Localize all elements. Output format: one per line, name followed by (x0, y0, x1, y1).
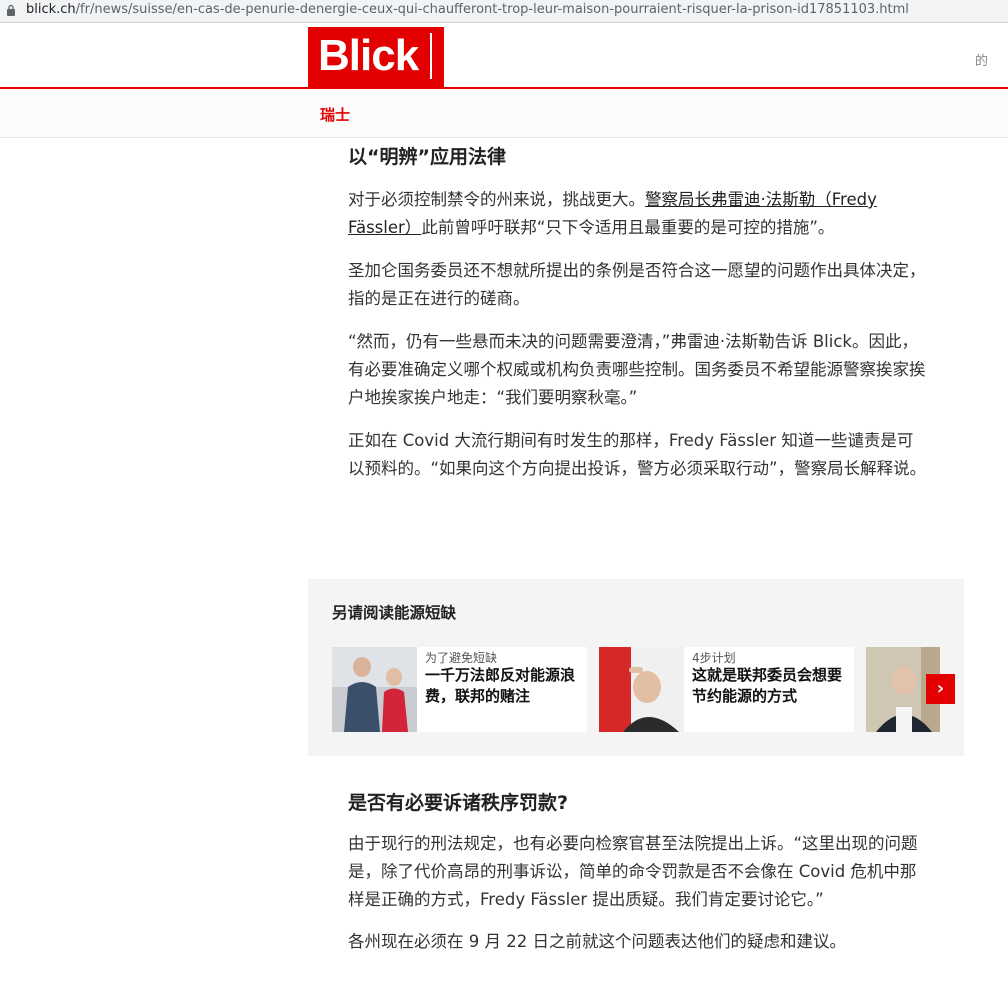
article-paragraph: “然而，仍有一些悬而未决的问题需要澄清，”弗雷迪·法斯勒告诉 Blick。因此，… (348, 332, 926, 407)
article-body-bottom: 是否有必要诉诸秩序罚款? 由于现行的刑法规定，也有必要向检察官甚至法院提出上诉。… (348, 788, 928, 970)
url-host: blick.ch (26, 2, 76, 17)
section-link-suisse[interactable]: 瑞士 (320, 104, 350, 125)
url-path: /fr/news/suisse/en-cas-de-penurie-denerg… (75, 2, 909, 17)
related-card-headline: 这就是联邦委员会想要节约能源的方式 (692, 666, 843, 705)
article-paragraph: 各州现在必须在 9 月 22 日之前就这个问题表达他们的疑虑和建议。 (348, 932, 846, 951)
related-card-kicker: 为了避免短缺 (425, 651, 498, 665)
related-title: 另请阅读能源短缺 (332, 604, 457, 622)
related-articles-box: 另请阅读能源短缺 为了避免短缺 一千万法郎反对能源浪费，联邦的赌注 4步计划 这… (308, 579, 964, 756)
article-paragraph: 对于必须控制禁令的州来说，挑战更大。警察局长弗雷迪·法斯勒（Fredy Fäss… (348, 186, 928, 242)
section-nav: 瑞士 (0, 89, 1008, 138)
browser-url-bar[interactable]: blick.ch/fr/news/suisse/en-cas-de-penuri… (0, 0, 1008, 23)
related-card[interactable]: 为了避免短缺 一千万法郎反对能源浪费，联邦的赌注 (332, 647, 587, 732)
logo-bar (430, 33, 432, 79)
paragraph-text: 此前曾呼吁联邦“只下令适用且最重要的是可控的措施”。 (421, 218, 835, 237)
related-card[interactable]: 4步计划 这就是联邦委员会想要节约能源的方式 (599, 647, 854, 732)
related-card-headline: 一千万法郎反对能源浪费，联邦的赌注 (425, 666, 576, 705)
blick-logo[interactable]: Blick (308, 27, 444, 87)
chevron-right-icon: › (936, 678, 945, 699)
article-body-top: 以“明辨”应用法律 对于必须控制禁令的州来说，挑战更大。警察局长弗雷迪·法斯勒（… (348, 142, 928, 498)
related-card-kicker: 4步计划 (692, 651, 736, 665)
url-text[interactable]: blick.ch/fr/news/suisse/en-cas-de-penuri… (26, 0, 909, 20)
site-header (0, 23, 1008, 88)
logo-text: Blick (318, 31, 419, 80)
article-subheading: 以“明辨”应用法律 (348, 146, 506, 168)
article-paragraph: 正如在 Covid 大流行期间有时发生的那样，Fredy Fässler 知道一… (348, 431, 927, 478)
related-card-image (599, 647, 684, 732)
paragraph-text: 对于必须控制禁令的州来说，挑战更大。 (348, 190, 645, 209)
article-paragraph: 由于现行的刑法规定，也有必要向检察官甚至法院提出上诉。“这里出现的问题是，除了代… (348, 834, 918, 909)
lock-icon (7, 4, 15, 16)
header-right-text[interactable]: 的 (975, 50, 988, 69)
carousel-next-button[interactable]: › (926, 674, 955, 704)
article-subheading: 是否有必要诉诸秩序罚款? (348, 792, 569, 814)
related-card-image (332, 647, 417, 732)
article-paragraph: 圣加仑国务委员还不想就所提出的条例是否符合这一愿望的问题作出具体决定，指的是正在… (348, 261, 926, 308)
